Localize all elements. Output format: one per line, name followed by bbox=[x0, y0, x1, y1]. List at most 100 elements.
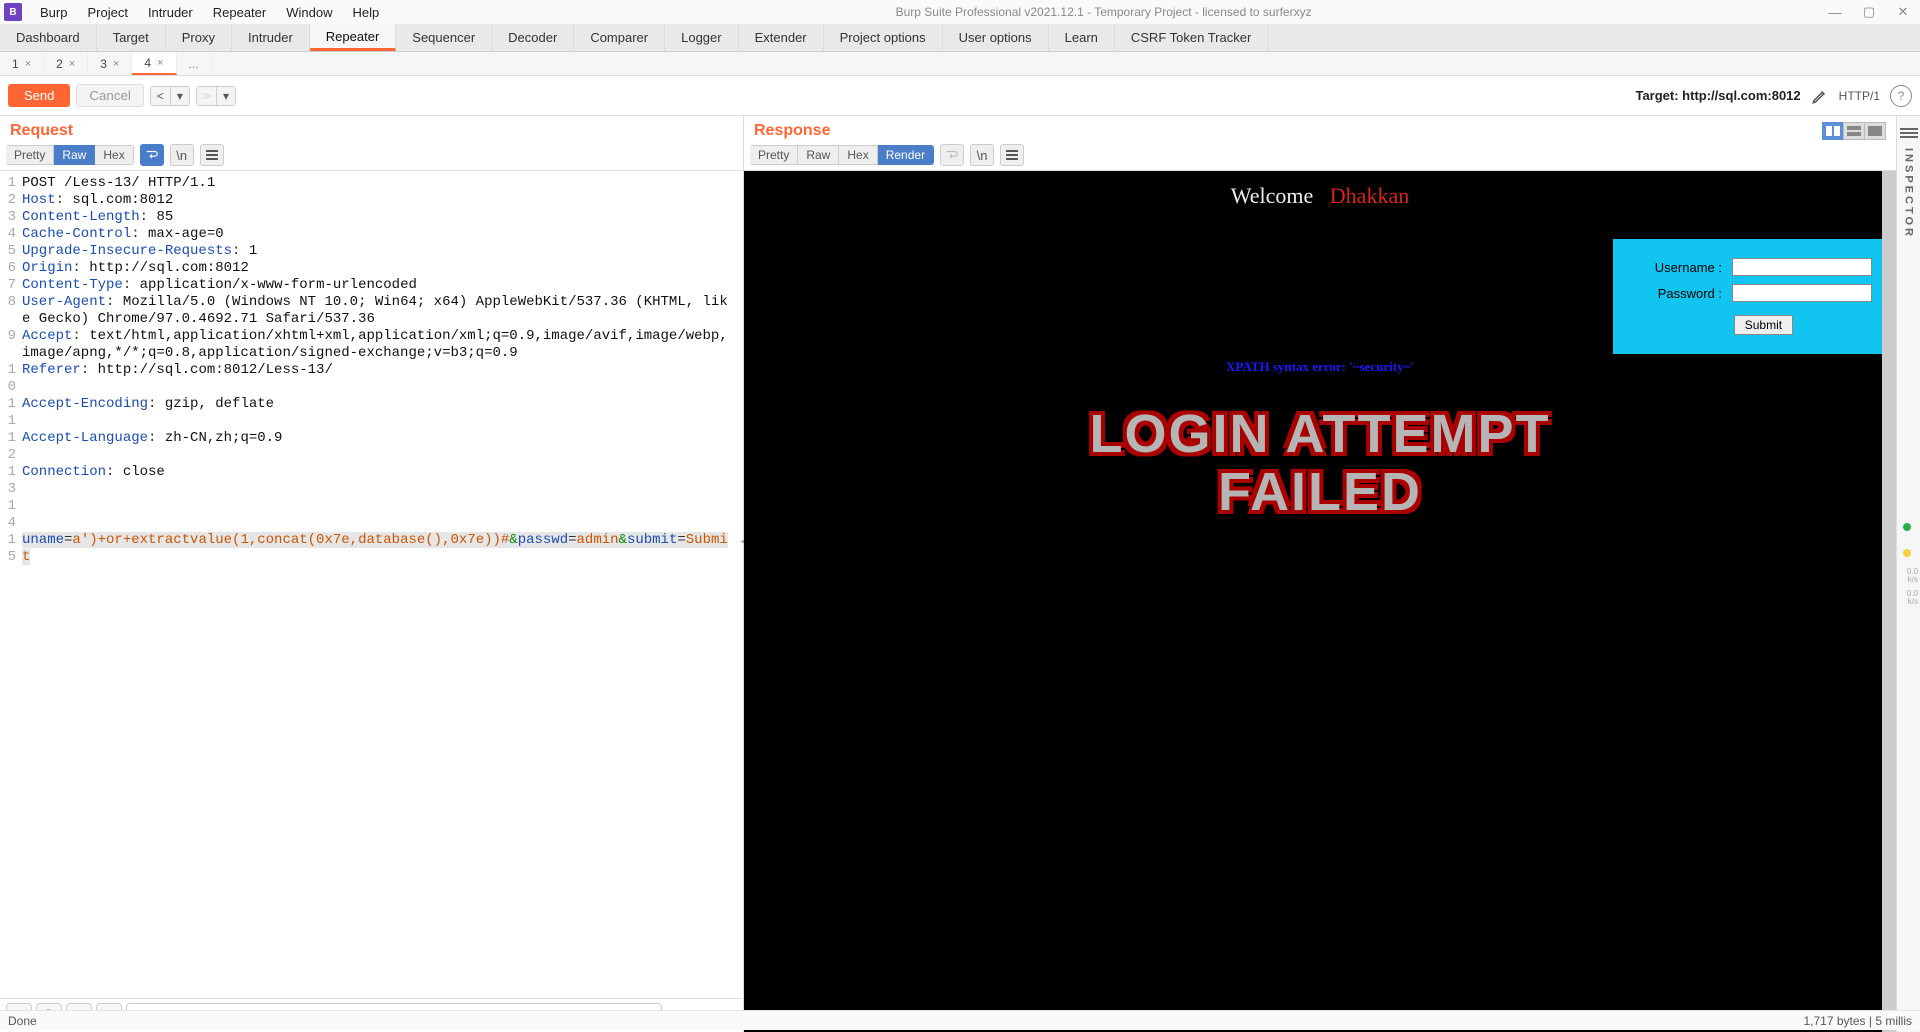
password-field[interactable] bbox=[1732, 284, 1872, 302]
layout-toggle-group bbox=[1823, 122, 1886, 140]
inspector-menu-icon[interactable] bbox=[1900, 132, 1918, 134]
response-panel: Response PrettyRawHexRender \n Welcome Dh… bbox=[744, 116, 1896, 1032]
editor-line[interactable]: 3Content-Length: 85 bbox=[0, 209, 743, 226]
menu-repeater[interactable]: Repeater bbox=[203, 5, 276, 20]
layout-columns-button[interactable] bbox=[1822, 122, 1844, 140]
close-icon[interactable]: × bbox=[25, 58, 31, 70]
menu-window[interactable]: Window bbox=[276, 5, 342, 20]
layout-tabs-button[interactable] bbox=[1864, 122, 1886, 140]
editor-line[interactable]: 15uname=a')+or+extractvalue(1,concat(0x7… bbox=[0, 532, 743, 566]
editor-line[interactable]: 8User-Agent: Mozilla/5.0 (Windows NT 10.… bbox=[0, 294, 743, 328]
view-tab-render[interactable]: Render bbox=[878, 145, 934, 165]
history-back-button[interactable]: < bbox=[151, 87, 171, 105]
send-button[interactable]: Send bbox=[8, 84, 70, 107]
menu-project[interactable]: Project bbox=[77, 5, 137, 20]
view-tab-hex[interactable]: Hex bbox=[95, 145, 133, 165]
view-tab-raw[interactable]: Raw bbox=[798, 145, 839, 165]
tab-sequencer[interactable]: Sequencer bbox=[396, 24, 492, 51]
tab-intruder[interactable]: Intruder bbox=[232, 24, 310, 51]
layout-rows-button[interactable] bbox=[1843, 122, 1865, 140]
tab-proxy[interactable]: Proxy bbox=[166, 24, 232, 51]
repeater-tab-3[interactable]: 3 × bbox=[88, 52, 132, 75]
tab-csrf-token-tracker[interactable]: CSRF Token Tracker bbox=[1115, 24, 1268, 51]
close-icon[interactable]: × bbox=[113, 58, 119, 70]
http-version-toggle[interactable]: HTTP/1 bbox=[1839, 89, 1880, 103]
editor-line[interactable]: 12Accept-Language: zh-CN,zh;q=0.9 bbox=[0, 430, 743, 464]
hamburger-icon[interactable] bbox=[200, 144, 224, 166]
editor-line[interactable]: 6Origin: http://sql.com:8012 bbox=[0, 260, 743, 277]
tab-learn[interactable]: Learn bbox=[1049, 24, 1115, 51]
history-back-group: < ▾ bbox=[150, 86, 190, 106]
tab-target[interactable]: Target bbox=[97, 24, 166, 51]
editor-line[interactable]: 11Accept-Encoding: gzip, deflate bbox=[0, 396, 743, 430]
repeater-tab-4[interactable]: 4 × bbox=[132, 52, 176, 75]
menu-burp[interactable]: Burp bbox=[30, 5, 77, 20]
inspector-rail: INSPECTOR 0.0k/s 0.0k/s bbox=[1896, 116, 1920, 1032]
history-back-dropdown[interactable]: ▾ bbox=[171, 87, 189, 105]
editor-line[interactable]: 7Content-Type: application/x-www-form-ur… bbox=[0, 277, 743, 294]
window-title: Burp Suite Professional v2021.12.1 - Tem… bbox=[389, 5, 1818, 19]
close-button[interactable]: ✕ bbox=[1886, 0, 1920, 24]
login-failed-line2: FAILED bbox=[1218, 462, 1422, 522]
password-label: Password : bbox=[1651, 281, 1726, 305]
editor-line[interactable]: 2Host: sql.com:8012 bbox=[0, 192, 743, 209]
request-view-tabs: PrettyRawHex \n bbox=[0, 144, 743, 171]
response-render-area: Welcome Dhakkan Username : Password : bbox=[744, 171, 1896, 1032]
history-fwd-group: > ▾ bbox=[196, 86, 236, 106]
response-scrollbar[interactable] bbox=[1882, 171, 1896, 1032]
tab-decoder[interactable]: Decoder bbox=[492, 24, 574, 51]
editor-line[interactable]: 13Connection: close bbox=[0, 464, 743, 498]
menu-help[interactable]: Help bbox=[342, 5, 389, 20]
view-tab-pretty[interactable]: Pretty bbox=[750, 145, 798, 165]
help-icon[interactable]: ? bbox=[1890, 85, 1912, 107]
title-bar: B BurpProjectIntruderRepeaterWindowHelp … bbox=[0, 0, 1920, 24]
tab-dashboard[interactable]: Dashboard bbox=[0, 24, 97, 51]
editor-line[interactable]: 4Cache-Control: max-age=0 bbox=[0, 226, 743, 243]
request-panel: Request PrettyRawHex\n 1POST /Less-13/ H… bbox=[0, 116, 744, 1032]
cancel-button[interactable]: Cancel bbox=[76, 84, 144, 107]
submit-button[interactable] bbox=[1734, 315, 1793, 335]
tab-logger[interactable]: Logger bbox=[665, 24, 738, 51]
editor-line[interactable]: 1POST /Less-13/ HTTP/1.1 bbox=[0, 175, 743, 192]
history-forward-dropdown[interactable]: ▾ bbox=[217, 87, 235, 105]
tab-extender[interactable]: Extender bbox=[739, 24, 824, 51]
maximize-button[interactable]: ▢ bbox=[1852, 0, 1886, 24]
show-nonprintable-icon[interactable]: \n bbox=[170, 144, 194, 166]
activity-indicators: 0.0k/s 0.0k/s bbox=[1896, 516, 1920, 606]
repeater-tab-2[interactable]: 2 × bbox=[44, 52, 88, 75]
welcome-name: Dhakkan bbox=[1330, 183, 1409, 208]
response-view-tabs: PrettyRawHexRender \n bbox=[744, 144, 1896, 171]
editor-line[interactable]: 14 bbox=[0, 498, 743, 532]
tab-user-options[interactable]: User options bbox=[943, 24, 1049, 51]
view-tab-hex[interactable]: Hex bbox=[839, 145, 877, 165]
app-icon: B bbox=[4, 3, 22, 21]
editor-line[interactable]: 10Referer: http://sql.com:8012/Less-13/ bbox=[0, 362, 743, 396]
tab-repeater[interactable]: Repeater bbox=[310, 24, 396, 51]
request-editor[interactable]: 1POST /Less-13/ HTTP/1.12Host: sql.com:8… bbox=[0, 171, 743, 998]
target-label: Target: http://sql.com:8012 bbox=[1635, 88, 1800, 103]
close-icon[interactable]: × bbox=[157, 57, 163, 69]
inspector-label[interactable]: INSPECTOR bbox=[1903, 148, 1915, 239]
editor-line[interactable]: 5Upgrade-Insecure-Requests: 1 bbox=[0, 243, 743, 260]
username-field[interactable] bbox=[1732, 258, 1872, 276]
repeater-tab-more[interactable]: ... bbox=[177, 52, 212, 75]
close-icon[interactable]: × bbox=[69, 58, 75, 70]
action-bar: Send Cancel < ▾ > ▾ Target: http://sql.c… bbox=[0, 76, 1920, 116]
history-forward-button[interactable]: > bbox=[197, 87, 217, 105]
repeater-tab-1[interactable]: 1 × bbox=[0, 52, 44, 75]
show-nonprintable-icon: \n bbox=[970, 144, 994, 166]
edit-target-icon[interactable] bbox=[1811, 87, 1829, 105]
status-right: 1,717 bytes | 5 millis bbox=[1804, 1014, 1913, 1028]
minimize-button[interactable]: — bbox=[1818, 0, 1852, 24]
menu-intruder[interactable]: Intruder bbox=[138, 5, 203, 20]
editor-line[interactable]: 9Accept: text/html,application/xhtml+xml… bbox=[0, 328, 743, 362]
tab-comparer[interactable]: Comparer bbox=[574, 24, 665, 51]
rate-label-1: 0.0k/s bbox=[1896, 568, 1920, 584]
hamburger-icon[interactable] bbox=[1000, 144, 1024, 166]
tab-project-options[interactable]: Project options bbox=[824, 24, 943, 51]
line-wrap-icon[interactable] bbox=[140, 144, 164, 166]
login-failed-banner: LOGIN ATTEMPT FAILED bbox=[744, 405, 1896, 521]
response-title: Response bbox=[754, 122, 830, 140]
view-tab-pretty[interactable]: Pretty bbox=[6, 145, 54, 165]
view-tab-raw[interactable]: Raw bbox=[54, 145, 95, 165]
